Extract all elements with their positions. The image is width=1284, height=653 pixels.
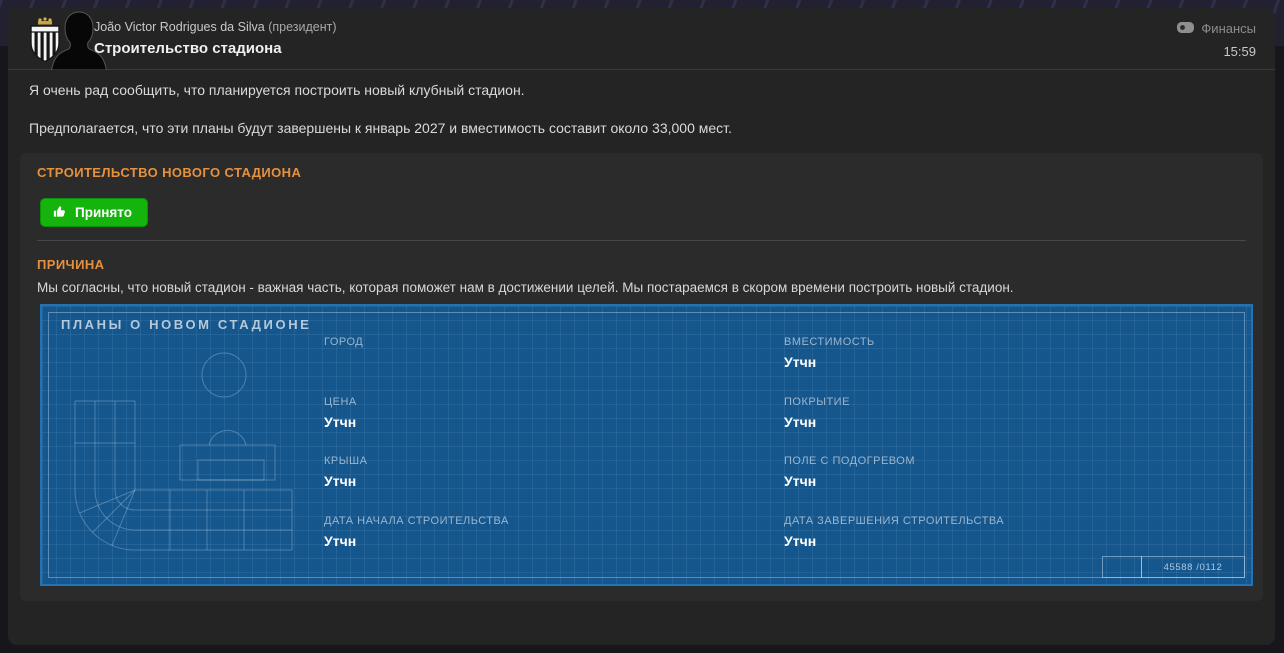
decision-card: СТРОИТЕЛЬСТВО НОВОГО СТАДИОНА Принято ПР… (20, 153, 1263, 601)
blueprint-field-label: ВМЕСТИМОСТЬ (784, 336, 875, 348)
blueprint-title-block: 45588 /0112 (1102, 556, 1245, 578)
blueprint-field-label: КРЫША (324, 455, 368, 467)
accept-button[interactable]: Принято (40, 198, 148, 227)
blueprint-field-value: Утчн (784, 413, 817, 430)
section-title: СТРОИТЕЛЬСТВО НОВОГО СТАДИОНА (37, 165, 302, 180)
blueprint-field-value (324, 354, 784, 370)
message-titles: João Victor Rodrigues da Silva (президен… (94, 20, 337, 57)
blueprint-field-label: ДАТА ЗАВЕРШЕНИЯ СТРОИТЕЛЬСТВА (784, 514, 1005, 527)
blueprint-stamp-box (1102, 556, 1142, 578)
message-subject: Строительство стадиона (94, 40, 282, 57)
blueprint-field-label: ПОЛЕ С ПОДОГРЕВОМ (784, 455, 915, 467)
thumbs-up-icon (52, 204, 67, 222)
stadium-plan-drawing (74, 352, 293, 551)
message-time: 15:59 (1223, 44, 1256, 59)
sender-name: João Victor Rodrigues da Silva (94, 20, 265, 34)
category-label: Финансы (1201, 21, 1256, 36)
message-header: João Victor Rodrigues da Silva (президен… (8, 8, 1275, 71)
blueprint-field-value: Утчн (324, 532, 357, 549)
blueprint-fields: ГОРОД ЦЕНА Утчн КРЫША Утчн ДАТА НАЧАЛА СТРОИТ… (324, 336, 1244, 574)
blueprint-field: ПОКРЫТИЕ Утчн (784, 396, 1244, 456)
message-paragraph: Я очень рад сообщить, что планируется по… (29, 82, 525, 98)
blueprint-field: ЦЕНА Утчн (324, 396, 784, 456)
reason-title: ПРИЧИНА (37, 257, 105, 272)
message-paragraph: Предполагается, что эти планы будут заве… (29, 120, 732, 136)
reason-text: Мы согласны, что новый стадион - важная … (37, 280, 1014, 295)
blueprint-stamp-number: 45588 /0112 (1141, 556, 1245, 578)
sender-role: (президент) (268, 20, 337, 34)
blueprint-field-label: ЦЕНА (324, 395, 357, 408)
blueprint-field-value: Утчн (784, 532, 817, 549)
sender-name-line: João Victor Rodrigues da Silva (президен… (94, 20, 337, 34)
blueprint-field: ДАТА НАЧАЛА СТРОИТЕЛЬСТВА Утчн (324, 515, 784, 575)
blueprint-field-value: Утчн (324, 473, 357, 489)
card-divider (37, 240, 1246, 241)
inbox-message-panel: João Victor Rodrigues da Silva (президен… (8, 8, 1275, 645)
blueprint-field-label: ДАТА НАЧАЛА СТРОИТЕЛЬСТВА (324, 514, 509, 527)
finances-icon (1177, 21, 1195, 36)
blueprint-field-value: Утчн (784, 473, 817, 489)
blueprint-field: КРЫША Утчн (324, 455, 784, 515)
message-category: Финансы (1177, 21, 1256, 36)
blueprint-field-label: ПОКРЫТИЕ (784, 395, 850, 408)
blueprint-field: ВМЕСТИМОСТЬ Утчн (784, 336, 1244, 396)
blueprint-field-value: Утчн (324, 413, 357, 430)
message-paragraphs: Я очень рад сообщить, что планируется по… (8, 82, 1275, 136)
accept-button-label: Принято (75, 205, 132, 220)
stadium-blueprint-panel: ПЛАНЫ О НОВОМ СТАДИОНЕ ГОРОД ЦЕНА Утчн КРЫШ… (40, 304, 1253, 586)
blueprint-field-label: ГОРОД (324, 336, 364, 348)
blueprint-field: ГОРОД (324, 336, 784, 396)
header-meta: Финансы 15:59 (1177, 21, 1256, 59)
blueprint-field: ПОЛЕ С ПОДОГРЕВОМ Утчн (784, 455, 1244, 515)
blueprint-title: ПЛАНЫ О НОВОМ СТАДИОНЕ (61, 317, 312, 332)
blueprint-field-value: Утчн (784, 354, 817, 370)
